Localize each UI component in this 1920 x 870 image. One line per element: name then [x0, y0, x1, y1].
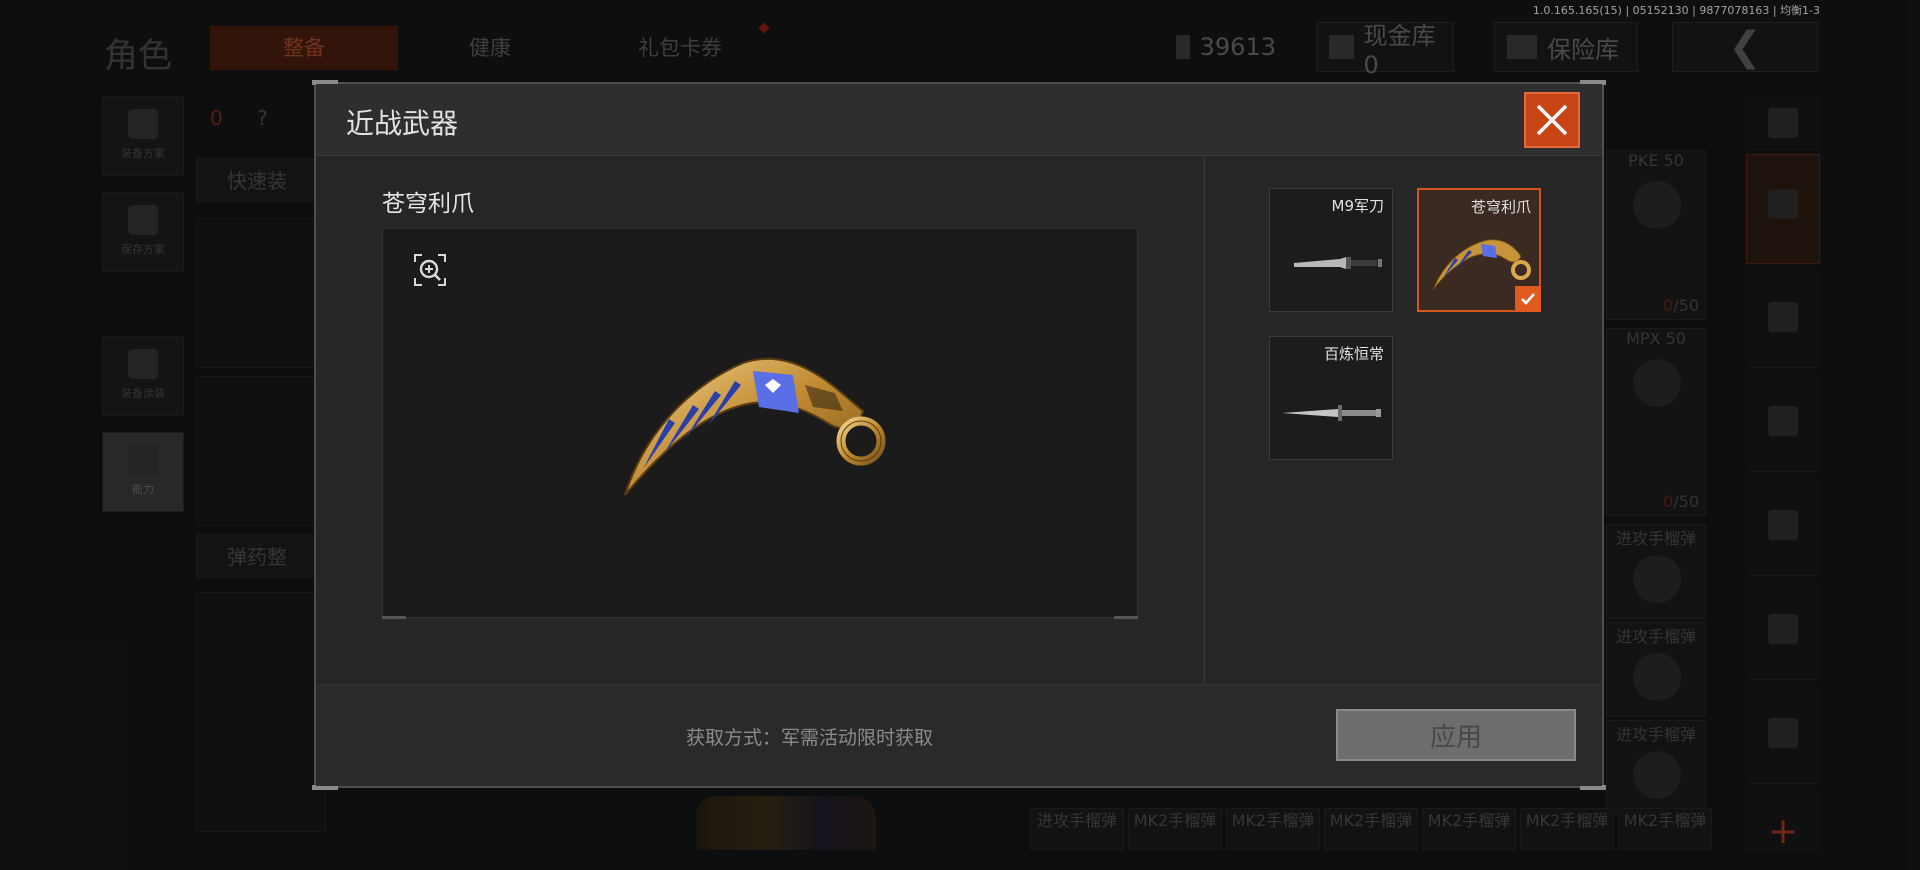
preview-area: 苍穹利爪	[316, 156, 1204, 684]
weapon-list: M9军刀 苍穹利爪 百炼恒常	[1205, 156, 1602, 684]
dialog-footer: 获取方式：军需活动限时获取 应用	[316, 684, 1602, 786]
selected-item-name: 苍穹利爪	[382, 191, 474, 217]
weapon-card-m9[interactable]: M9军刀	[1269, 188, 1393, 312]
zoom-button[interactable]	[413, 253, 447, 287]
weapon-card-karambit[interactable]: 苍穹利爪	[1417, 188, 1541, 312]
weapon-preview	[382, 228, 1138, 619]
frame-corner	[1114, 616, 1138, 619]
melee-weapon-dialog: 近战武器 苍穹利爪 M9军刀 苍穹利爪 百炼恒常 获取方式：军需活动限时获取 应…	[312, 80, 1606, 790]
weapon-card-bailian[interactable]: 百炼恒常	[1269, 336, 1393, 460]
close-icon	[1536, 104, 1568, 136]
obtain-method-text: 获取方式：军需活动限时获取	[686, 727, 934, 749]
weapon-card-label: 苍穹利爪	[1470, 198, 1531, 216]
weapon-card-label: 百炼恒常	[1323, 345, 1384, 363]
bayonet-icon	[1294, 257, 1382, 269]
frame-corner	[382, 616, 406, 619]
dagger-icon	[1282, 405, 1381, 421]
dialog-header: 近战武器	[316, 84, 1602, 156]
weapon-card-label: M9军刀	[1331, 197, 1385, 215]
apply-button[interactable]: 应用	[1336, 709, 1576, 761]
dialog-title: 近战武器	[346, 107, 459, 140]
close-button[interactable]	[1524, 92, 1580, 148]
selected-badge	[1515, 286, 1541, 312]
check-icon	[1521, 293, 1535, 305]
karambit-knife-image	[624, 357, 886, 496]
zoom-in-icon	[414, 254, 446, 286]
